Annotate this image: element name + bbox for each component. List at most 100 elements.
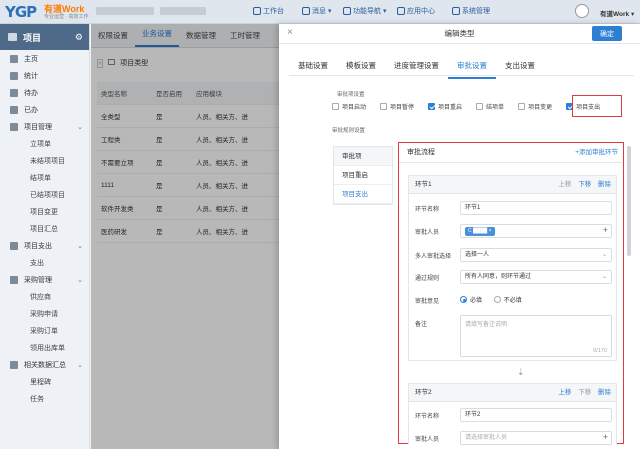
sidebar-header: 项目 ⚙ <box>0 24 89 50</box>
sidebar-item[interactable]: 采购订单 <box>0 322 89 339</box>
nav-system-admin[interactable]: 系统管理 <box>452 6 490 16</box>
move-up-button[interactable]: 上移 <box>558 389 571 396</box>
delete-button[interactable]: 删除 <box>598 181 611 188</box>
sidebar-item[interactable]: 待办 <box>0 84 89 101</box>
remark-label: 备注 <box>415 322 428 328</box>
sidebar-item[interactable]: 未结项项目 <box>0 152 89 169</box>
node-name-input[interactable]: 环节2 <box>460 408 612 422</box>
highlight-project-expense <box>572 95 622 117</box>
sidebar-item[interactable]: 任务 <box>0 390 89 407</box>
gear-icon <box>452 7 460 15</box>
scrollbar[interactable] <box>627 146 631 256</box>
sidebar-item[interactable]: 供应商 <box>0 288 89 305</box>
node-name-input[interactable]: 环节1 <box>460 201 612 215</box>
menu-icon <box>10 122 18 131</box>
remark-textarea[interactable]: 请填写备注说明 0/170 <box>460 315 612 357</box>
tab-progress[interactable]: 进度管理设置 <box>385 60 448 79</box>
desktop-icon <box>253 7 261 15</box>
approval-flow: 审批流程 +添加审批环节 环节1 上移 下移 删除 环节名称 环节1 审批人员 … <box>398 142 624 445</box>
opinion-required-radio[interactable]: 必填 <box>460 295 482 304</box>
move-down-button[interactable]: 下移 <box>578 389 591 396</box>
sidebar-item[interactable]: 项目变更 <box>0 203 89 220</box>
sidebar-item[interactable]: 统计 <box>0 67 89 84</box>
approval-checkbox[interactable]: 项目重启 <box>428 102 462 111</box>
logo-tagline: 专业运营 · 高效工作 <box>44 14 89 20</box>
approval-section-label: 审批项设置 <box>337 92 365 98</box>
tab-template[interactable]: 模板设置 <box>337 60 385 79</box>
remark-counter: 0/170 <box>593 348 607 354</box>
approval-item-list: 审批项 项目重启 项目支出 <box>333 146 393 205</box>
approver-input[interactable]: C ████ × + <box>460 224 612 238</box>
sidebar-item[interactable]: 立项单 <box>0 135 89 152</box>
chevron-down-icon: ⌄ <box>77 276 83 284</box>
approval-item-expense[interactable]: 项目支出 <box>334 185 392 204</box>
checkbox-icon <box>476 103 484 110</box>
approver-label: 审批人员 <box>415 230 440 236</box>
nav-messages[interactable]: 消息 ▾ <box>302 6 332 16</box>
checkbox-icon <box>380 103 388 110</box>
panel-title: 编辑类型 <box>279 24 640 44</box>
avatar[interactable] <box>575 4 589 18</box>
approval-checkbox[interactable]: 结项单 <box>476 102 504 111</box>
message-icon <box>302 7 310 15</box>
approval-checkbox[interactable]: 项目变更 <box>518 102 552 111</box>
add-node-button[interactable]: +添加审批环节 <box>575 143 618 163</box>
sidebar-item[interactable]: 结项单 <box>0 169 89 186</box>
move-up-button[interactable]: 上移 <box>558 181 571 188</box>
pass-rule-select[interactable]: 所有人同意，则环节通过 ⌄ <box>460 270 612 284</box>
approver-chip[interactable]: C ████ × <box>465 227 495 236</box>
opinion-optional-radio[interactable]: 不必填 <box>493 295 522 304</box>
sidebar-item[interactable]: 主页 <box>0 50 89 67</box>
close-icon[interactable]: × <box>287 27 293 38</box>
sidebar-item[interactable]: 相关数据汇总 ⌄ <box>0 356 89 373</box>
menu-icon <box>10 360 18 369</box>
node-header: 环节2 上移 下移 删除 <box>409 384 616 402</box>
sidebar-item[interactable]: 项目管理 ⌄ <box>0 118 89 135</box>
rule-section-label: 审批规则设置 <box>332 128 366 134</box>
plus-icon[interactable]: + <box>603 224 608 236</box>
sidebar-item[interactable]: 采购管理 ⌄ <box>0 271 89 288</box>
blurred-text <box>96 7 154 15</box>
chevron-down-icon: ⌄ <box>601 252 607 258</box>
checkbox-icon <box>332 103 339 110</box>
menu-icon <box>10 241 18 250</box>
node-name-label: 环节名称 <box>415 414 440 420</box>
approval-item-restart[interactable]: 项目重启 <box>334 166 392 185</box>
nav-workbench[interactable]: 工作台 <box>253 6 284 16</box>
close-icon[interactable]: × <box>489 228 492 234</box>
gear-icon[interactable]: ⚙ <box>75 32 83 43</box>
sidebar-item[interactable]: 里程碑 <box>0 373 89 390</box>
approval-list-header: 审批项 <box>334 147 392 166</box>
multi-approval-select[interactable]: 选择一人 ⌄ <box>460 248 612 262</box>
sidebar-item[interactable]: 已结项项目 <box>0 186 89 203</box>
approver-input[interactable]: 请选择审批人员 + <box>460 431 612 445</box>
sidebar-item[interactable]: 已办 <box>0 101 89 118</box>
sidebar-item[interactable]: 支出 <box>0 254 89 271</box>
tab-basic[interactable]: 基础设置 <box>289 60 337 79</box>
folder-icon <box>8 33 17 41</box>
approval-checkbox[interactable]: 项目暂停 <box>380 102 414 111</box>
nav-app-center[interactable]: 应用中心 <box>397 6 435 16</box>
user-name[interactable]: 有道Work ▾ <box>600 8 634 18</box>
tab-expense[interactable]: 支出设置 <box>496 60 544 79</box>
compass-icon <box>343 7 351 15</box>
sidebar-item[interactable]: 采购申请 <box>0 305 89 322</box>
plus-icon[interactable]: + <box>603 431 608 443</box>
menu-icon <box>10 275 18 284</box>
nav-functions[interactable]: 功能导航 ▾ <box>343 6 387 16</box>
sidebar-item[interactable]: 项目支出 ⌄ <box>0 237 89 254</box>
tab-approval[interactable]: 审批设置 <box>448 60 496 79</box>
sidebar-item[interactable]: 项目汇总 <box>0 220 89 237</box>
modal-overlay[interactable] <box>91 24 279 449</box>
chevron-down-icon: ⌄ <box>77 242 83 250</box>
delete-button[interactable]: 删除 <box>598 389 611 396</box>
move-down-button[interactable]: 下移 <box>578 181 591 188</box>
flow-node-1: 环节1 上移 下移 删除 环节名称 环节1 审批人员 C ████ × + 多人… <box>408 175 617 361</box>
tab-divider <box>289 75 634 76</box>
logo: YGP <box>5 3 37 21</box>
chevron-down-icon: ⌄ <box>601 274 607 280</box>
sidebar-item[interactable]: 领用出库单 <box>0 339 89 356</box>
sidebar-list: 主页 统计 待办 已办 项目管理 ⌄ 立项单 未结项项目 结项单 已结项项目 项目变更 项目汇总 项目支… <box>0 50 89 407</box>
approval-checkbox[interactable]: 项目启动 <box>332 102 366 111</box>
confirm-button[interactable]: 确定 <box>592 26 622 41</box>
